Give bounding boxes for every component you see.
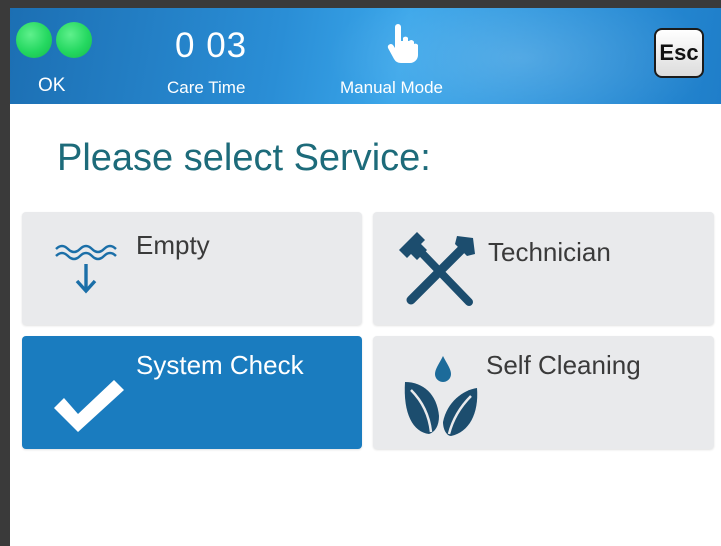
care-time-value: 0 03 <box>175 26 248 65</box>
service-technician-label: Technician <box>488 237 611 267</box>
status-led-2 <box>56 22 92 58</box>
checkmark-icon <box>54 380 124 432</box>
status-bar: OK 0 03 Care Time Manual Mode Esc <box>10 8 721 104</box>
service-technician-button[interactable]: Technician <box>373 212 714 325</box>
care-time-label: Care Time <box>167 78 246 97</box>
page-title: Please select Service: <box>57 137 431 179</box>
hand-pointer-icon <box>387 24 418 64</box>
service-empty-label: Empty <box>136 230 210 260</box>
service-system-check-label: System Check <box>136 350 304 380</box>
status-led-1 <box>16 22 52 58</box>
service-system-check-button[interactable]: System Check <box>22 336 362 449</box>
service-self-cleaning-label: Self Cleaning <box>486 350 641 380</box>
esc-button[interactable]: Esc <box>654 28 704 78</box>
leaf-drop-icon <box>404 356 478 436</box>
drain-water-icon <box>55 244 117 294</box>
status-ok-label: OK <box>38 75 66 96</box>
mode-label: Manual Mode <box>340 78 444 97</box>
service-empty-button[interactable]: Empty <box>22 212 362 325</box>
tools-icon <box>399 232 475 306</box>
service-self-cleaning-button[interactable]: Self Cleaning <box>373 336 714 449</box>
